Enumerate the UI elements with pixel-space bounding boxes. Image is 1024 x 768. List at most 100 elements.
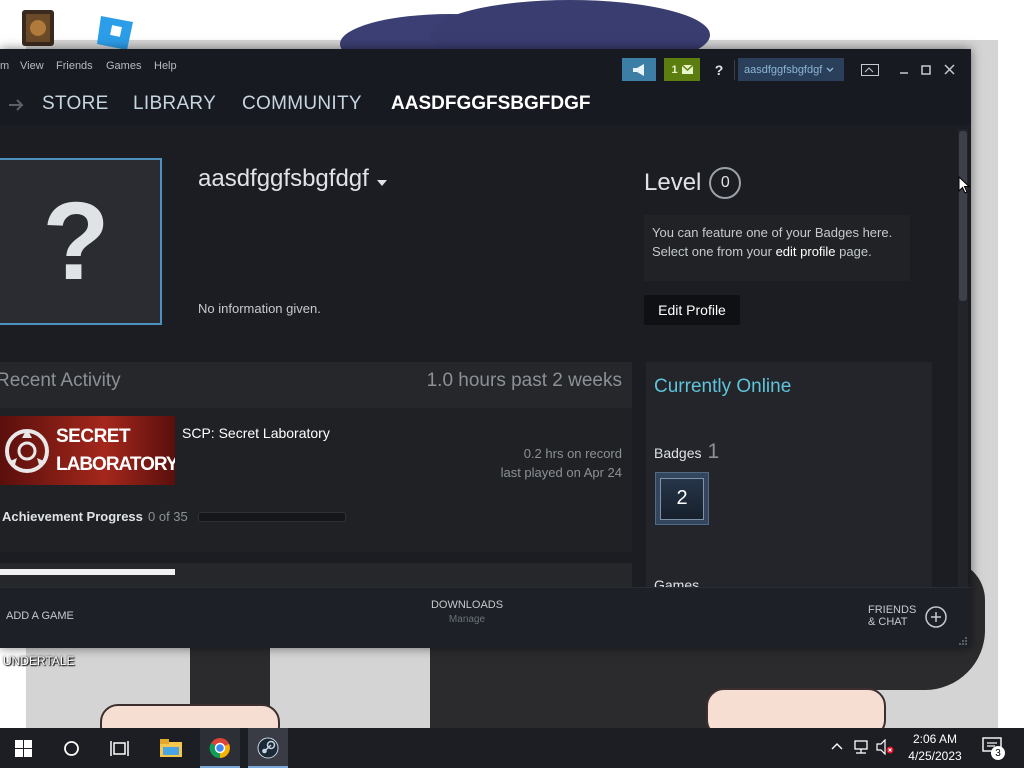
achievement-progress-bar (198, 512, 346, 522)
badge-value: 2 (660, 477, 704, 520)
downloads-label: DOWNLOADS (430, 599, 504, 611)
avatar[interactable]: ? (0, 158, 162, 325)
menu-steam[interactable]: m (0, 60, 9, 72)
scrollbar-track[interactable] (958, 129, 968, 587)
badges-label: Badges (654, 445, 702, 461)
chevron-up-icon[interactable] (831, 742, 843, 750)
steam-taskbar-button[interactable] (248, 728, 288, 768)
game-capsule-2[interactable] (0, 569, 175, 575)
scp-logo-icon (5, 429, 49, 473)
level-label: Level (644, 169, 702, 196)
badge-hint-line2: Select one from your edit profile page. (652, 242, 902, 261)
account-name: aasdfggfsbgfdgf (744, 63, 823, 76)
nav-bar: STORE LIBRARY COMMUNITY AASDFGGFSBGFDGF (0, 87, 971, 125)
friends-chat-button[interactable]: FRIENDS & CHAT (868, 604, 916, 628)
action-center-button[interactable]: 3 (982, 737, 1005, 760)
badge-hint-line1: You can feature one of your Badges here. (652, 225, 893, 240)
profile-summary: No information given. (198, 301, 321, 316)
edit-profile-button[interactable]: Edit Profile (644, 295, 740, 325)
close-icon (943, 64, 955, 75)
profile-sidebar: Currently Online Badges 1 2 Games (646, 362, 932, 587)
nav-library[interactable]: LIBRARY (133, 93, 216, 115)
wallpaper-right-hand (706, 688, 886, 728)
chrome-icon (209, 738, 230, 759)
profile-content: ? aasdfggfsbgfdgf No information given. … (0, 125, 971, 587)
file-explorer-icon[interactable] (160, 738, 182, 758)
level-row: Level 0 (644, 167, 742, 199)
help-button[interactable]: ? (708, 58, 730, 81)
mouse-cursor-icon (958, 176, 970, 194)
recent-activity-summary: 1.0 hours past 2 weeks (426, 370, 622, 391)
minimize-icon (900, 71, 908, 74)
achievement-count: 0 of 35 (148, 509, 188, 524)
menu-view[interactable]: View (20, 60, 44, 72)
menu-help[interactable]: Help (154, 60, 177, 72)
avatar-placeholder-icon: ? (42, 179, 110, 303)
add-game-button[interactable]: ADD A GAME (6, 610, 74, 622)
capsule-line1: SECRET (56, 426, 131, 447)
downloads-sub: Manage (448, 614, 486, 625)
maximize-icon (921, 64, 931, 75)
recent-game-card: SECRET LABORATORY SCP: Secret Laboratory… (0, 408, 632, 552)
caret-down-icon (376, 180, 387, 186)
taskbar-clock[interactable]: 2:06 AM 4/25/2023 (900, 731, 970, 765)
nav-profile[interactable]: AASDFGGFSBGFDGF (391, 93, 591, 115)
recent-game-card-2 (0, 563, 632, 587)
resize-grip-icon[interactable] (958, 636, 968, 646)
clock-date: 4/25/2023 (908, 749, 962, 763)
search-icon[interactable] (63, 740, 80, 757)
title-divider (734, 60, 735, 80)
nav-store[interactable]: STORE (42, 93, 109, 115)
nav-community[interactable]: COMMUNITY (242, 93, 362, 115)
big-picture-button[interactable] (858, 58, 882, 81)
minimize-button[interactable] (896, 58, 912, 81)
add-friend-icon[interactable] (925, 606, 947, 628)
friends-label-1: FRIENDS (868, 604, 917, 616)
network-icon[interactable] (852, 739, 870, 755)
achievement-label: Achievement Progress (2, 509, 143, 524)
announcements-button[interactable] (622, 58, 656, 81)
edit-profile-link[interactable]: edit profile (776, 244, 836, 259)
forward-arrow-icon[interactable] (8, 97, 24, 113)
menu-friends[interactable]: Friends (56, 60, 93, 72)
task-view-icon[interactable] (110, 740, 129, 757)
steam-icon (257, 737, 279, 759)
game-last-played: last played on Apr 24 (500, 465, 622, 480)
clock-time: 2:06 AM (912, 732, 958, 746)
menu-games[interactable]: Games (106, 60, 141, 72)
game-name[interactable]: SCP: Secret Laboratory (182, 425, 330, 441)
desktop-game-icon[interactable] (20, 8, 60, 48)
notification-count: 1 (671, 63, 678, 76)
badge-tile[interactable]: 2 (655, 472, 709, 525)
featured-badge-hint: You can feature one of your Badges here.… (644, 215, 910, 281)
notification-center-count: 3 (991, 746, 1005, 760)
envelope-icon (681, 65, 693, 74)
capsule-line2: LABORATORY (56, 454, 175, 475)
big-picture-icon (861, 63, 879, 76)
persona-name-row[interactable]: aasdfggfsbgfdgf (198, 165, 387, 193)
badges-count: 1 (707, 440, 720, 463)
recent-activity-panel: Recent Activity 1.0 hours past 2 weeks S… (0, 362, 632, 552)
desktop-shortcut-label[interactable]: UNDERTALE (3, 654, 75, 668)
maximize-button[interactable] (918, 58, 934, 81)
game-capsule-scp[interactable]: SECRET LABORATORY (0, 416, 175, 485)
online-status: Currently Online (654, 376, 792, 397)
scrollbar-thumb[interactable] (959, 131, 967, 301)
volume-muted-icon[interactable] (876, 739, 894, 755)
badges-header[interactable]: Badges 1 (654, 440, 719, 464)
steam-footer: ADD A GAME DOWNLOADS Manage FRIENDS & CH… (0, 587, 971, 648)
desktop-roblox-icon[interactable] (95, 12, 135, 52)
steam-window: m View Friends Games Help 1 ? aasdfggfsb… (0, 49, 971, 648)
taskbar: 2:06 AM 4/25/2023 3 (0, 728, 1024, 768)
downloads-button[interactable]: DOWNLOADS Manage (420, 599, 514, 625)
close-button[interactable] (940, 58, 958, 81)
persona-name: aasdfggfsbgfdgf (198, 165, 369, 192)
account-menu-button[interactable]: aasdfggfsbgfdgf (738, 58, 844, 81)
windows-start-icon[interactable] (15, 740, 32, 757)
game-hours: 0.2 hrs on record (523, 446, 622, 461)
games-label[interactable]: Games (654, 577, 699, 587)
notifications-button[interactable]: 1 (664, 58, 700, 81)
level-badge: 0 (709, 167, 742, 199)
friends-label-2: & CHAT (868, 616, 908, 628)
chrome-taskbar-button[interactable] (200, 728, 240, 768)
